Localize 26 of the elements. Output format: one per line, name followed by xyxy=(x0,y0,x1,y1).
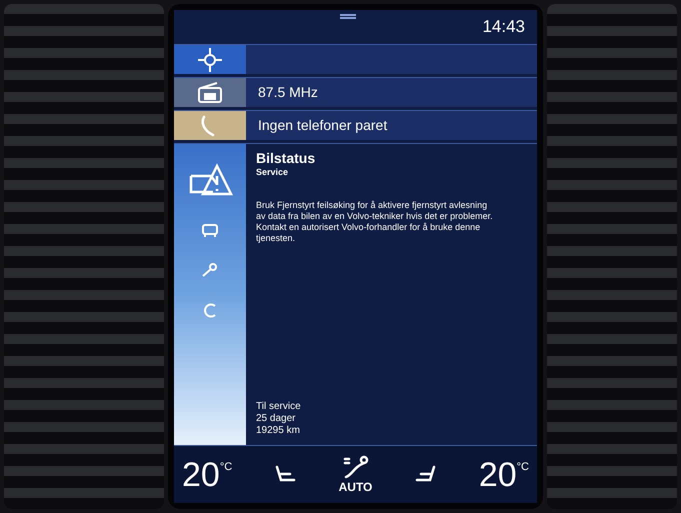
service-info: 25 dager xyxy=(256,413,296,425)
service-info: Til service xyxy=(256,401,302,413)
car-icon[interactable] xyxy=(201,222,219,238)
tile[interactable] xyxy=(174,44,537,74)
clock: 14:43 xyxy=(482,16,525,38)
tile-label: 87.5 MHz xyxy=(258,83,318,102)
seat-heater-icon[interactable] xyxy=(273,464,298,484)
temperature-unit: °C xyxy=(516,460,529,474)
fan-airflow-icon[interactable] xyxy=(342,455,370,481)
seat-heater-icon[interactable] xyxy=(414,464,438,484)
tile-label: Ingen telefoner paret xyxy=(258,116,388,135)
handle-icon[interactable] xyxy=(340,14,356,19)
wrench-icon[interactable] xyxy=(201,262,219,278)
status-title: Bilstatus xyxy=(256,150,316,166)
tile[interactable]: Ingen telefoner paret xyxy=(174,110,537,140)
temperature[interactable]: 20 xyxy=(182,456,220,492)
auto-climate-button[interactable]: AUTO xyxy=(338,481,372,494)
car-warning-icon[interactable] xyxy=(187,162,233,198)
tile[interactable]: 87.5 MHz xyxy=(174,77,537,107)
service-message: Bruk Fjernstyrt feilsøking for å aktivere fjernstyrt avlesning av data fra bilen av en Volvo-tekniker hvis det er problemer. Kontakt en autorisert Volvo-forhandler for å bruke denne tjenesten. xyxy=(256,200,494,244)
service-info: 19295 km xyxy=(256,425,301,437)
compass-icon xyxy=(197,46,223,72)
radio-icon xyxy=(197,82,223,104)
status-subtitle: Service xyxy=(256,166,290,179)
temperature-unit: °C xyxy=(220,460,232,474)
temperature[interactable]: 20 xyxy=(478,456,517,492)
